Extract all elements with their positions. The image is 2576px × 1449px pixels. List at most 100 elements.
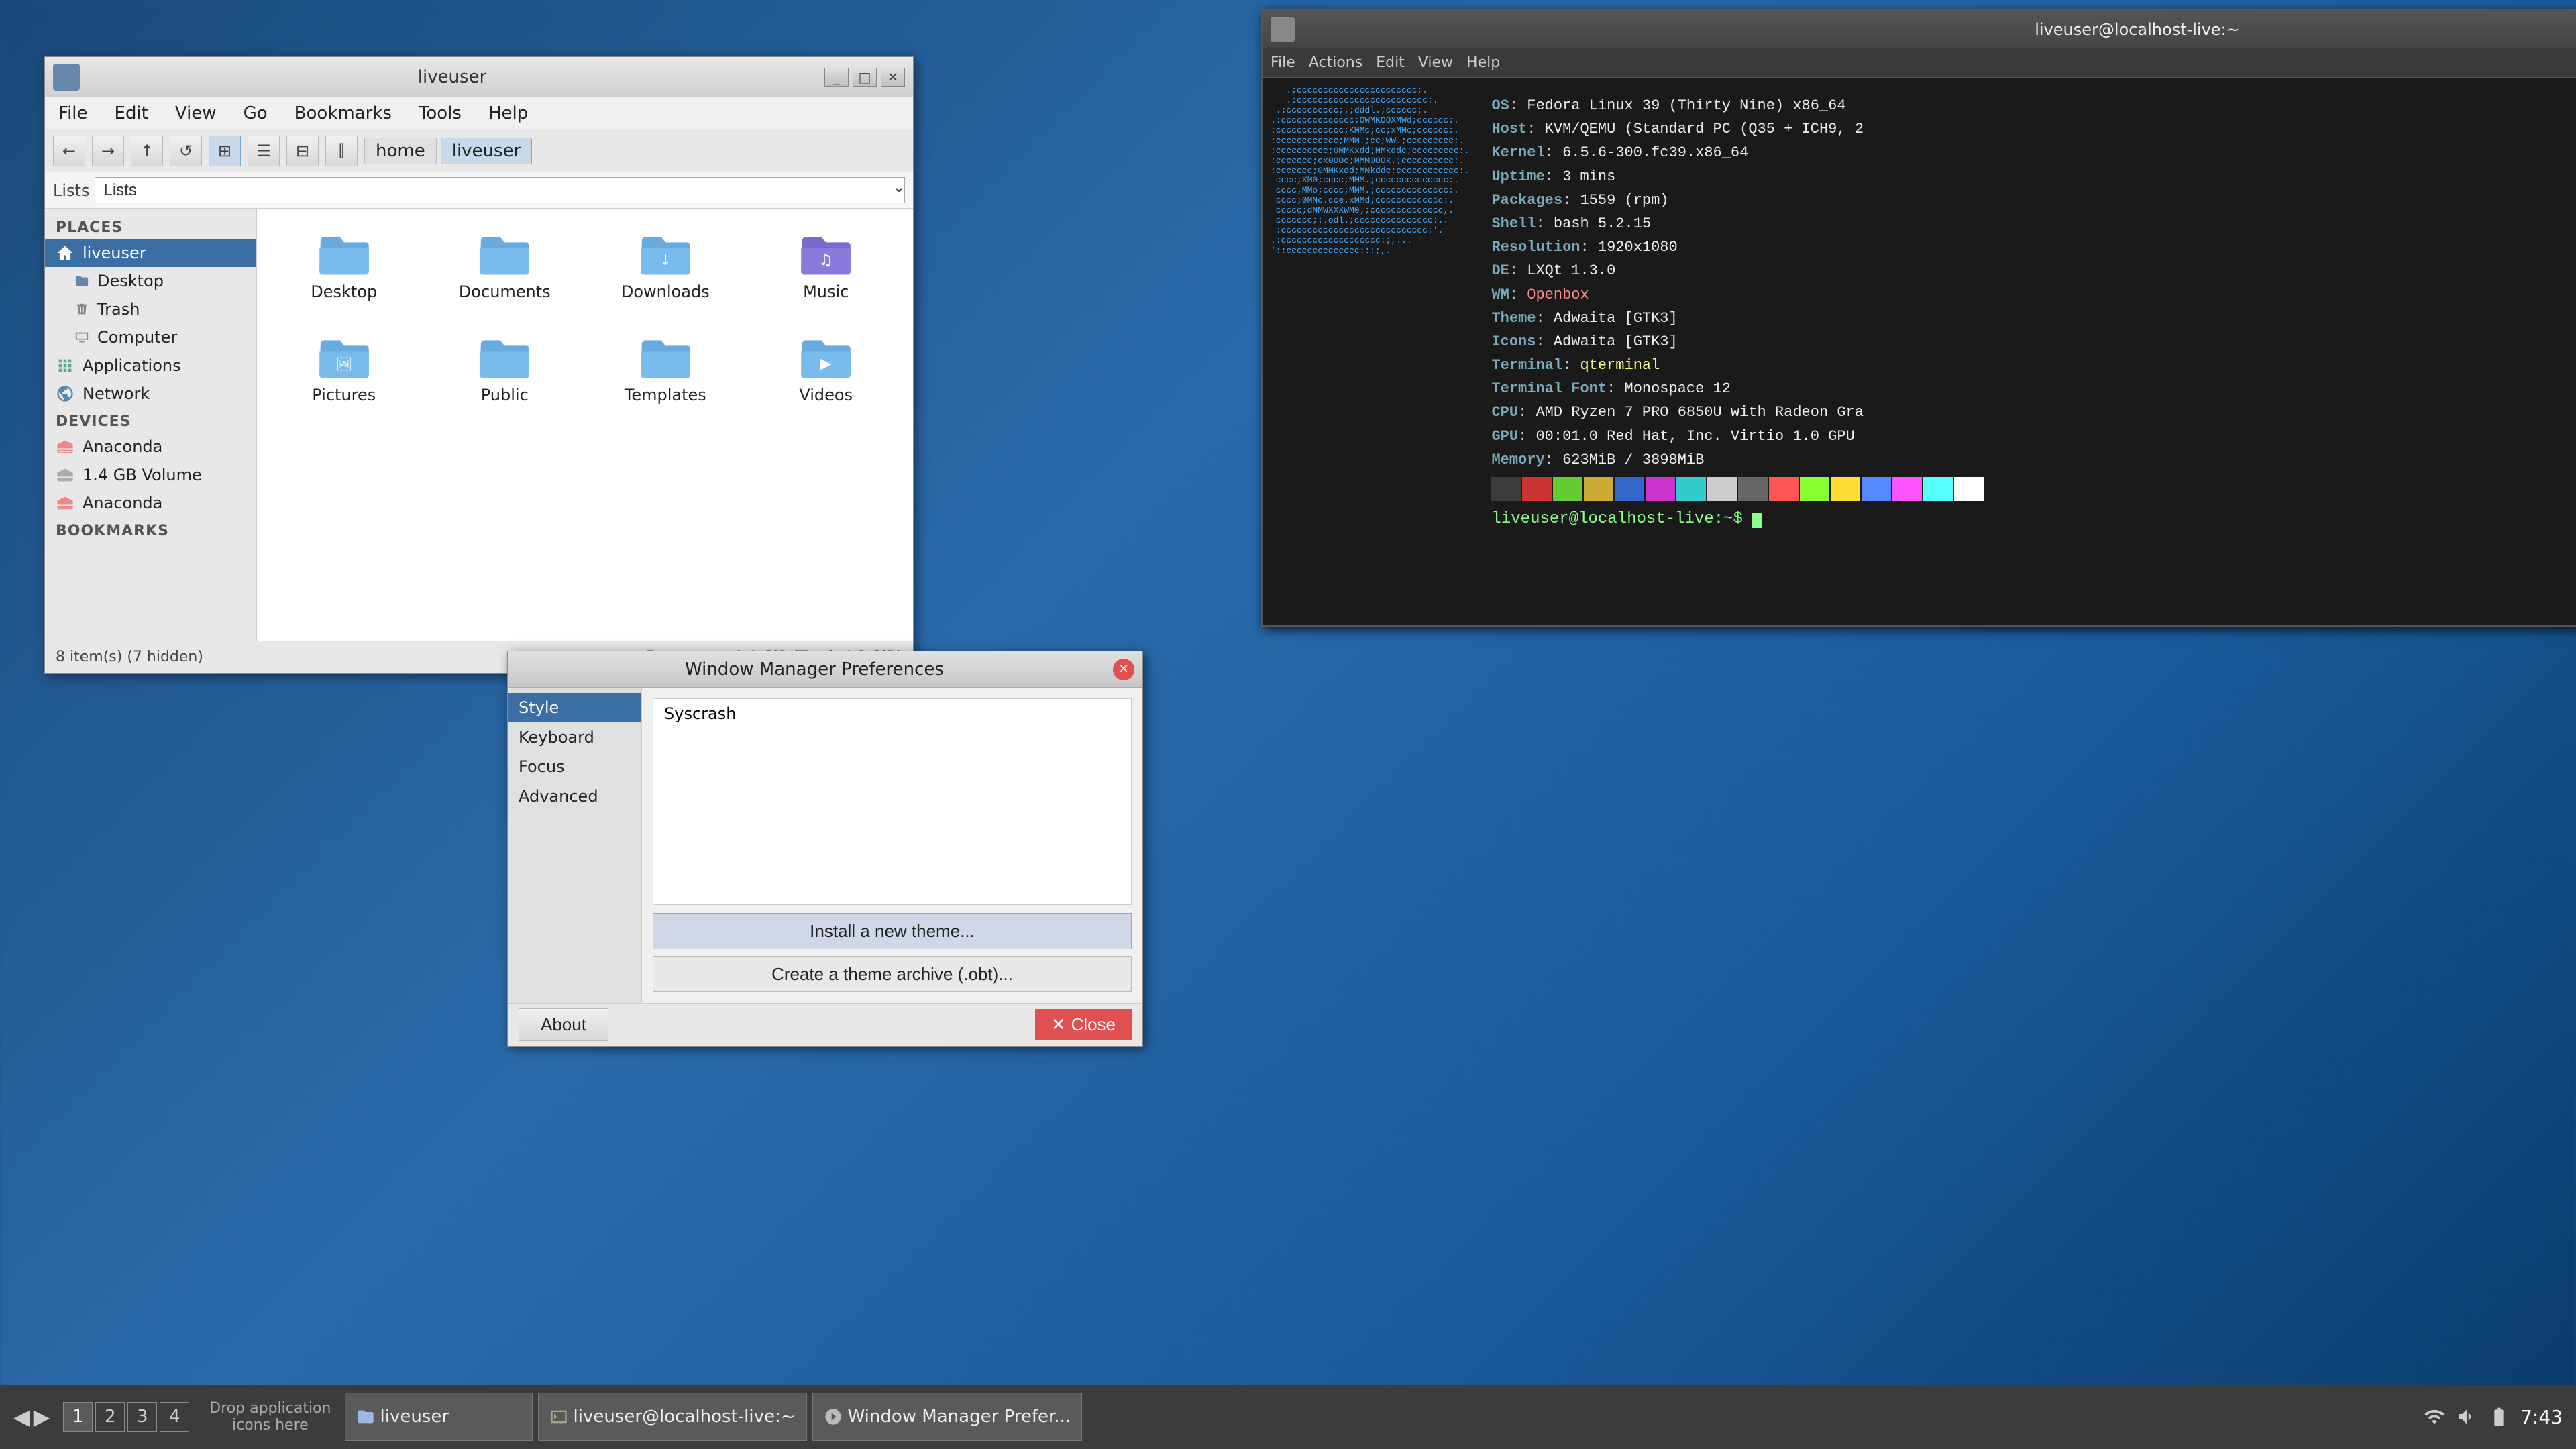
file-item-documents[interactable]: Documents (431, 222, 579, 312)
sidebar-item-liveuser[interactable]: liveuser (45, 239, 256, 267)
dialog-sidebar-keyboard[interactable]: Keyboard (508, 722, 641, 752)
file-item-music[interactable]: ♫ Music (753, 222, 900, 312)
back-button[interactable]: ← (53, 136, 85, 166)
theme-item-syscrash[interactable]: Syscrash (653, 699, 1131, 729)
create-archive-button[interactable]: Create a theme archive (.obt)... (653, 956, 1132, 992)
sidebar-item-anaconda-2[interactable]: Anaconda (45, 489, 256, 517)
taskbar-window-wm-prefs[interactable]: Window Manager Prefer... (812, 1393, 1083, 1441)
sidebar-item-trash[interactable]: Trash (45, 295, 256, 323)
file-manager-pane: Places liveuser Desktop Trash (45, 209, 913, 641)
sidebar-label-trash: Trash (97, 300, 140, 319)
drive-icon-2 (56, 494, 74, 513)
close-button[interactable]: ✕ Close (1035, 1009, 1132, 1040)
dialog-sidebar-advanced[interactable]: Advanced (508, 782, 641, 811)
close-button[interactable]: ✕ (881, 68, 905, 87)
view-columns-button[interactable]: ⫿ (325, 136, 358, 166)
dialog-title: Window Manager Preferences (516, 659, 1113, 680)
sidebar-item-network[interactable]: Network (45, 380, 256, 408)
titlebar-buttons: _ □ ✕ (824, 68, 905, 87)
view-list-button[interactable]: ☰ (248, 136, 280, 166)
sidebar-item-computer[interactable]: Computer (45, 323, 256, 352)
arrow-right-icon[interactable]: ▶ (34, 1404, 50, 1430)
breadcrumb-liveuser[interactable]: liveuser (441, 138, 533, 164)
network-icon (56, 384, 74, 403)
terminal-pane: .;ccccccccccccccccccccccc;. .:cccccccccc… (1263, 78, 2576, 625)
view-icons-button[interactable]: ⊞ (209, 136, 241, 166)
forward-button[interactable]: → (92, 136, 124, 166)
arrow-left-icon[interactable]: ◀ (13, 1404, 30, 1430)
reload-button[interactable]: ↺ (170, 136, 202, 166)
sidebar-item-desktop[interactable]: Desktop (45, 267, 256, 295)
file-item-videos[interactable]: ▶ Videos (753, 325, 900, 415)
menu-view[interactable]: View (170, 101, 222, 126)
color-palette (1491, 477, 2078, 501)
file-manager-menubar: File Edit View Go Bookmarks Tools Help (45, 97, 913, 129)
terminal-menu-edit[interactable]: Edit (1376, 54, 1405, 71)
dialog-sidebar-style[interactable]: Style (508, 693, 641, 722)
file-item-pictures[interactable]: 🖼 Pictures (270, 325, 418, 415)
up-button[interactable]: ↑ (131, 136, 163, 166)
theme-list-area[interactable]: Syscrash (653, 698, 1132, 905)
sysinfo-panel: OS: Fedora Linux 39 (Thirty Nine) x86_64… (1483, 86, 2086, 540)
sidebar-item-anaconda-1[interactable]: Anaconda (45, 433, 256, 461)
sidebar-label-volume: 1.4 GB Volume (83, 466, 202, 484)
dialog-sidebar-focus[interactable]: Focus (508, 752, 641, 782)
menu-help[interactable]: Help (483, 101, 533, 126)
drive-icon-1 (56, 437, 74, 456)
file-item-public[interactable]: Public (431, 325, 579, 415)
taskbar: ◀ ▶ 1 2 3 4 Drop application icons here … (0, 1385, 2576, 1449)
workspace-3[interactable]: 3 (127, 1402, 157, 1432)
svg-text:♫: ♫ (819, 252, 833, 269)
taskbar-window-terminal[interactable]: liveuser@localhost-live:~ (538, 1393, 807, 1441)
sidebar-item-volume[interactable]: 1.4 GB Volume (45, 461, 256, 489)
taskbar-arrows: ◀ ▶ (13, 1404, 50, 1430)
sidebar-label-anaconda-1: Anaconda (83, 437, 162, 456)
file-name-public: Public (481, 386, 529, 405)
install-theme-button[interactable]: Install a new theme... (653, 913, 1132, 949)
file-area: Desktop Documents ↓ Downloads (257, 209, 913, 641)
drop-label-line2: icons here (209, 1417, 331, 1434)
terminal-icon (1271, 17, 1295, 42)
file-manager-title: liveuser (88, 67, 816, 87)
taskbar-window-label-wm-prefs: Window Manager Prefer... (848, 1407, 1071, 1427)
terminal-menu-view[interactable]: View (1418, 54, 1453, 71)
sidebar-label-applications: Applications (83, 356, 181, 375)
file-manager-toolbar: ← → ↑ ↺ ⊞ ☰ ⊟ ⫿ home liveuser (45, 129, 913, 172)
folder-icon-documents (478, 233, 531, 276)
terminal-content[interactable]: .;ccccccccccccccccccccccc;. .:cccccccccc… (1263, 78, 2576, 625)
file-item-desktop[interactable]: Desktop (270, 222, 418, 312)
menu-file[interactable]: File (53, 101, 93, 126)
folder-icon-videos: ▶ (799, 336, 853, 379)
folder-icon-downloads: ↓ (639, 233, 692, 276)
file-name-pictures: Pictures (312, 386, 376, 405)
sidebar-item-applications[interactable]: Applications (45, 352, 256, 380)
menu-tools[interactable]: Tools (413, 101, 467, 126)
sidebar-label-anaconda-2: Anaconda (83, 494, 162, 513)
drop-label-line1: Drop application (209, 1400, 331, 1417)
lists-label: Lists (53, 181, 89, 200)
file-item-downloads[interactable]: ↓ Downloads (592, 222, 739, 312)
minimize-button[interactable]: _ (824, 68, 849, 87)
taskbar-window-liveuser[interactable]: liveuser (345, 1393, 533, 1441)
workspace-1[interactable]: 1 (63, 1402, 93, 1432)
terminal-menu-help[interactable]: Help (1466, 54, 1500, 71)
workspace-2[interactable]: 2 (95, 1402, 125, 1432)
dialog-title-close-button[interactable]: ✕ (1113, 659, 1134, 680)
maximize-button[interactable]: □ (853, 68, 877, 87)
dialog-sidebar: Style Keyboard Focus Advanced (508, 688, 642, 1003)
dialog-button-row: Install a new theme... Create a theme ar… (653, 913, 1132, 992)
taskbar-clock: 7:43 (2520, 1406, 2563, 1428)
lists-select[interactable]: Lists (95, 177, 905, 203)
workspace-4[interactable]: 4 (160, 1402, 189, 1432)
lists-dropdown: Lists Lists (45, 172, 913, 209)
file-item-templates[interactable]: Templates (592, 325, 739, 415)
breadcrumb-home[interactable]: home (364, 138, 437, 164)
view-compact-button[interactable]: ⊟ (286, 136, 319, 166)
terminal-menu-actions[interactable]: Actions (1309, 54, 1362, 71)
menu-go[interactable]: Go (238, 101, 273, 126)
about-button[interactable]: About (519, 1008, 608, 1041)
sidebar-label-network: Network (83, 384, 150, 403)
terminal-menu-file[interactable]: File (1271, 54, 1295, 71)
menu-edit[interactable]: Edit (109, 101, 154, 126)
menu-bookmarks[interactable]: Bookmarks (289, 101, 397, 126)
